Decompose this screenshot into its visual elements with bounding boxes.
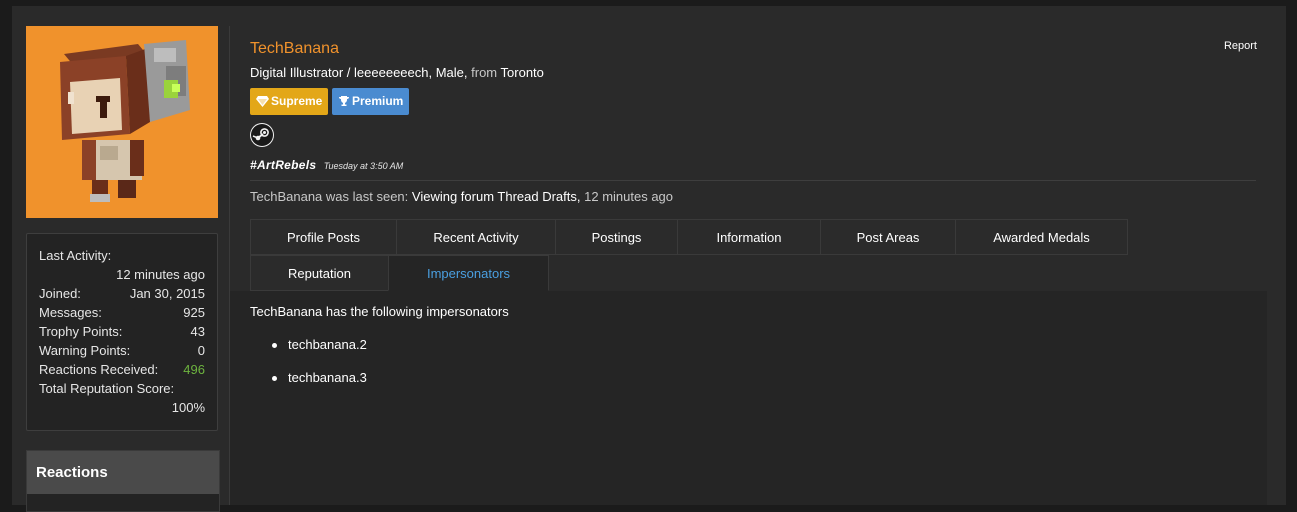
stat-messages[interactable]: Messages: 925	[39, 303, 205, 322]
from-word: from	[471, 65, 498, 80]
avatar[interactable]	[26, 26, 218, 218]
tab-recent-activity[interactable]: Recent Activity	[396, 219, 556, 255]
stat-reputation-value-row: 100%	[39, 398, 205, 417]
stat-value: 0	[197, 343, 205, 358]
impersonators-list: techbanana.2 techbanana.3	[250, 333, 367, 399]
user-stats-panel: Last Activity: 12 minutes ago Joined: Ja…	[26, 233, 218, 431]
stat-reactions-received: Reactions Received: 496	[39, 360, 205, 379]
profile-main: TechBanana Report Digital Illustrator / …	[229, 26, 1267, 505]
status-time[interactable]: Tuesday at 3:50 AM	[324, 161, 404, 171]
stat-value[interactable]: 925	[183, 303, 205, 322]
user-title: Digital Illustrator / leeeeeeeech, Male,	[250, 65, 468, 80]
stat-label: Total Reputation Score:	[39, 381, 175, 396]
stat-last-activity-value-row: 12 minutes ago	[39, 265, 205, 284]
stat-label: Reactions Received:	[39, 362, 159, 377]
tab-postings[interactable]: Postings	[555, 219, 678, 255]
last-seen-time: 12 minutes ago	[584, 189, 674, 204]
last-seen-line: TechBanana was last seen: Viewing forum …	[250, 189, 673, 204]
last-seen-activity-link[interactable]: Viewing forum Thread Drafts,	[412, 189, 581, 204]
trophy-icon	[339, 96, 349, 106]
tab-reputation[interactable]: Reputation	[250, 255, 389, 291]
stat-value: Jan 30, 2015	[129, 286, 205, 301]
badge-label: Premium	[352, 94, 404, 108]
stat-value: 12 minutes ago	[116, 267, 205, 282]
stat-value[interactable]: 43	[191, 322, 205, 341]
status-message: #ArtRebels	[250, 158, 317, 172]
reactions-panel: Reactions	[26, 450, 220, 512]
tab-information[interactable]: Information	[677, 219, 821, 255]
stat-reputation-score: Total Reputation Score:	[39, 379, 205, 398]
steam-icon[interactable]	[250, 123, 274, 147]
diamond-icon	[256, 96, 269, 107]
stat-joined: Joined: Jan 30, 2015	[39, 284, 205, 303]
report-link[interactable]: Report	[1224, 40, 1257, 52]
steam-glyph-icon	[251, 124, 273, 146]
stat-label: Warning Points:	[39, 343, 131, 358]
badge-label: Supreme	[271, 94, 323, 108]
stat-label: Messages:	[39, 305, 102, 320]
user-title-line: Digital Illustrator / leeeeeeeech, Male,…	[250, 65, 544, 80]
tab-impersonators[interactable]: Impersonators	[388, 255, 549, 291]
stat-label: Trophy Points:	[39, 324, 123, 339]
badge-supreme[interactable]: Supreme	[250, 88, 329, 115]
last-seen-prefix: TechBanana was last seen:	[250, 189, 409, 204]
badge-premium[interactable]: Premium	[332, 88, 410, 115]
stat-warning-points: Warning Points: 0	[39, 341, 205, 360]
stat-value: 496	[183, 362, 205, 377]
impersonator-link[interactable]: techbanana.2	[250, 333, 367, 366]
status-message-line: #ArtRebels Tuesday at 3:50 AM	[250, 158, 403, 172]
tab-awarded-medals[interactable]: Awarded Medals	[955, 219, 1128, 255]
avatar-character-icon	[60, 40, 190, 202]
user-location-link[interactable]: Toronto	[501, 65, 544, 80]
stat-trophy-points[interactable]: Trophy Points: 43	[39, 322, 205, 341]
header-divider	[250, 180, 1256, 181]
reactions-heading: Reactions	[27, 451, 219, 494]
username-link[interactable]: TechBanana	[250, 40, 339, 58]
impersonator-link[interactable]: techbanana.3	[250, 366, 367, 399]
impersonators-intro: TechBanana has the following impersonato…	[250, 304, 509, 319]
tab-profile-posts[interactable]: Profile Posts	[250, 219, 397, 255]
stat-last-activity: Last Activity:	[39, 246, 205, 265]
stat-label: Joined:	[39, 286, 81, 301]
stat-label: Last Activity:	[39, 248, 112, 263]
tab-post-areas[interactable]: Post Areas	[820, 219, 956, 255]
stat-value: 100%	[171, 400, 205, 415]
